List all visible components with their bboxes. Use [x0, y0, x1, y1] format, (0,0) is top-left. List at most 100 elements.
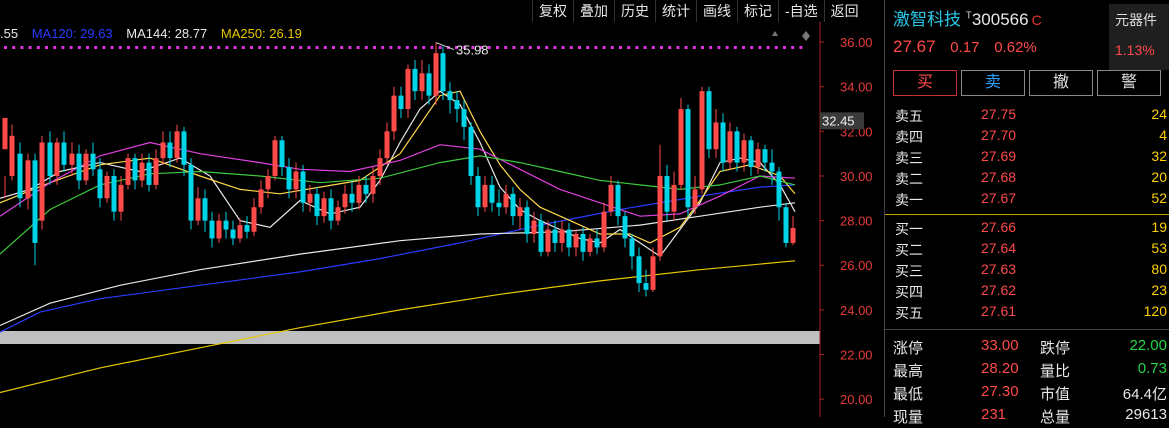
order-book-row: 卖一 27.67 52	[885, 190, 1169, 211]
marker-dot	[733, 46, 737, 49]
candle-body	[727, 131, 733, 163]
candle-body	[720, 122, 726, 163]
candle-body	[160, 142, 166, 159]
sector-box[interactable]: 元器件 1.13%	[1109, 4, 1169, 70]
marker-dot	[118, 46, 122, 49]
price-change-pct: 0.62%	[994, 39, 1037, 56]
ob-volume: 20	[1151, 169, 1167, 185]
candle-body	[216, 220, 222, 239]
candle-body	[398, 95, 404, 110]
candle-body	[783, 207, 789, 243]
y-tick-label: 20.00	[840, 392, 873, 407]
price-tag-label: 32.45	[822, 113, 855, 128]
candle-body	[209, 220, 215, 239]
marker-dot	[520, 46, 524, 49]
candle-body	[643, 283, 649, 290]
candle-body	[769, 162, 775, 172]
candle-body	[293, 171, 299, 190]
candle-body	[237, 225, 243, 239]
order-book-row: 买一 27.66 19	[885, 219, 1169, 240]
marker-dot	[159, 46, 163, 49]
marker-dot	[61, 46, 65, 49]
remove-watchlist-button[interactable]: -自选	[778, 0, 824, 22]
candle-body	[61, 142, 67, 165]
mark-button[interactable]: 标记	[737, 0, 778, 22]
marker-dot	[135, 46, 139, 49]
marker-dot	[77, 46, 81, 49]
stock-name[interactable]: 激智科技	[893, 10, 961, 29]
buy-button[interactable]: 买	[893, 70, 957, 96]
candle-body	[314, 193, 320, 217]
candle-body	[678, 109, 684, 185]
alert-button[interactable]: 警	[1097, 70, 1161, 96]
marker-dot	[545, 46, 549, 49]
candle-body	[25, 160, 31, 199]
ob-volume: 23	[1151, 282, 1167, 298]
ob-label: 买四	[895, 284, 923, 300]
candle-body	[258, 189, 264, 208]
marker-dot	[422, 46, 426, 49]
ma-line-ma250	[0, 260, 796, 394]
candle-body	[139, 162, 145, 181]
marker-dot	[512, 46, 516, 49]
marker-dot	[389, 46, 393, 49]
price-line: 27.67 0.17 0.62%	[893, 37, 1047, 57]
marker-dot	[799, 46, 803, 49]
marker-dot	[209, 46, 212, 49]
statistics-button[interactable]: 统计	[655, 0, 696, 22]
marker-dot	[102, 46, 106, 49]
marker-dot	[250, 46, 253, 49]
candle-body	[90, 153, 96, 170]
candle-body	[664, 175, 670, 212]
candle-body	[300, 171, 306, 203]
candle-body	[244, 225, 250, 232]
overlay-button[interactable]: 叠加	[573, 0, 614, 22]
candle-body	[552, 229, 558, 243]
candle-body	[566, 229, 572, 248]
marker-dot	[258, 46, 262, 49]
marker-dot	[36, 46, 40, 49]
trade-buttons: 买 卖 撤 警	[893, 70, 1165, 96]
ob-label: 卖一	[895, 192, 923, 208]
candle-body	[468, 126, 474, 176]
restore-rights-button[interactable]: 复权	[532, 0, 573, 22]
candle-body	[307, 193, 313, 203]
marker-dot	[610, 46, 614, 49]
draw-line-button[interactable]: 画线	[696, 0, 737, 22]
back-button[interactable]: 返回	[823, 0, 865, 22]
candle-body	[671, 184, 677, 212]
candle-body	[580, 234, 586, 252]
marker-dot	[176, 46, 180, 49]
candle-body	[391, 95, 397, 132]
y-tick-label: 28.00	[840, 214, 873, 229]
marker-dot	[28, 46, 32, 49]
marker-dot	[766, 46, 770, 49]
marker-dot	[643, 46, 647, 49]
candle-body	[426, 73, 432, 96]
candle-body	[762, 149, 768, 163]
marker-dot	[496, 46, 499, 49]
ob-label: 买三	[895, 263, 923, 279]
diamond-icon	[802, 31, 810, 41]
candle-body	[692, 189, 698, 208]
candle-body	[97, 169, 103, 199]
candle-body	[517, 207, 523, 217]
candle-body	[39, 142, 45, 221]
marker-dot	[356, 46, 360, 49]
candle-body	[286, 167, 292, 190]
marker-dot	[381, 46, 385, 49]
stat-value: 0.73	[1137, 360, 1167, 377]
history-button[interactable]: 历史	[614, 0, 655, 22]
marker-dot	[774, 46, 778, 49]
marker-dot	[200, 46, 204, 49]
cancel-order-button[interactable]: 撤	[1029, 70, 1093, 96]
candle-body	[524, 207, 530, 235]
stat-label: 市值	[1040, 386, 1071, 403]
sell-button[interactable]: 卖	[961, 70, 1025, 96]
order-book-row: 卖五 27.75 24	[885, 106, 1169, 127]
sector-change: 1.13%	[1115, 42, 1155, 58]
y-tick-label: 24.00	[840, 303, 873, 318]
candle-body	[279, 140, 285, 168]
kline-chart[interactable]: 36.0034.0032.0030.0028.0026.0024.0022.00…	[0, 0, 884, 417]
candle-body	[335, 207, 341, 221]
